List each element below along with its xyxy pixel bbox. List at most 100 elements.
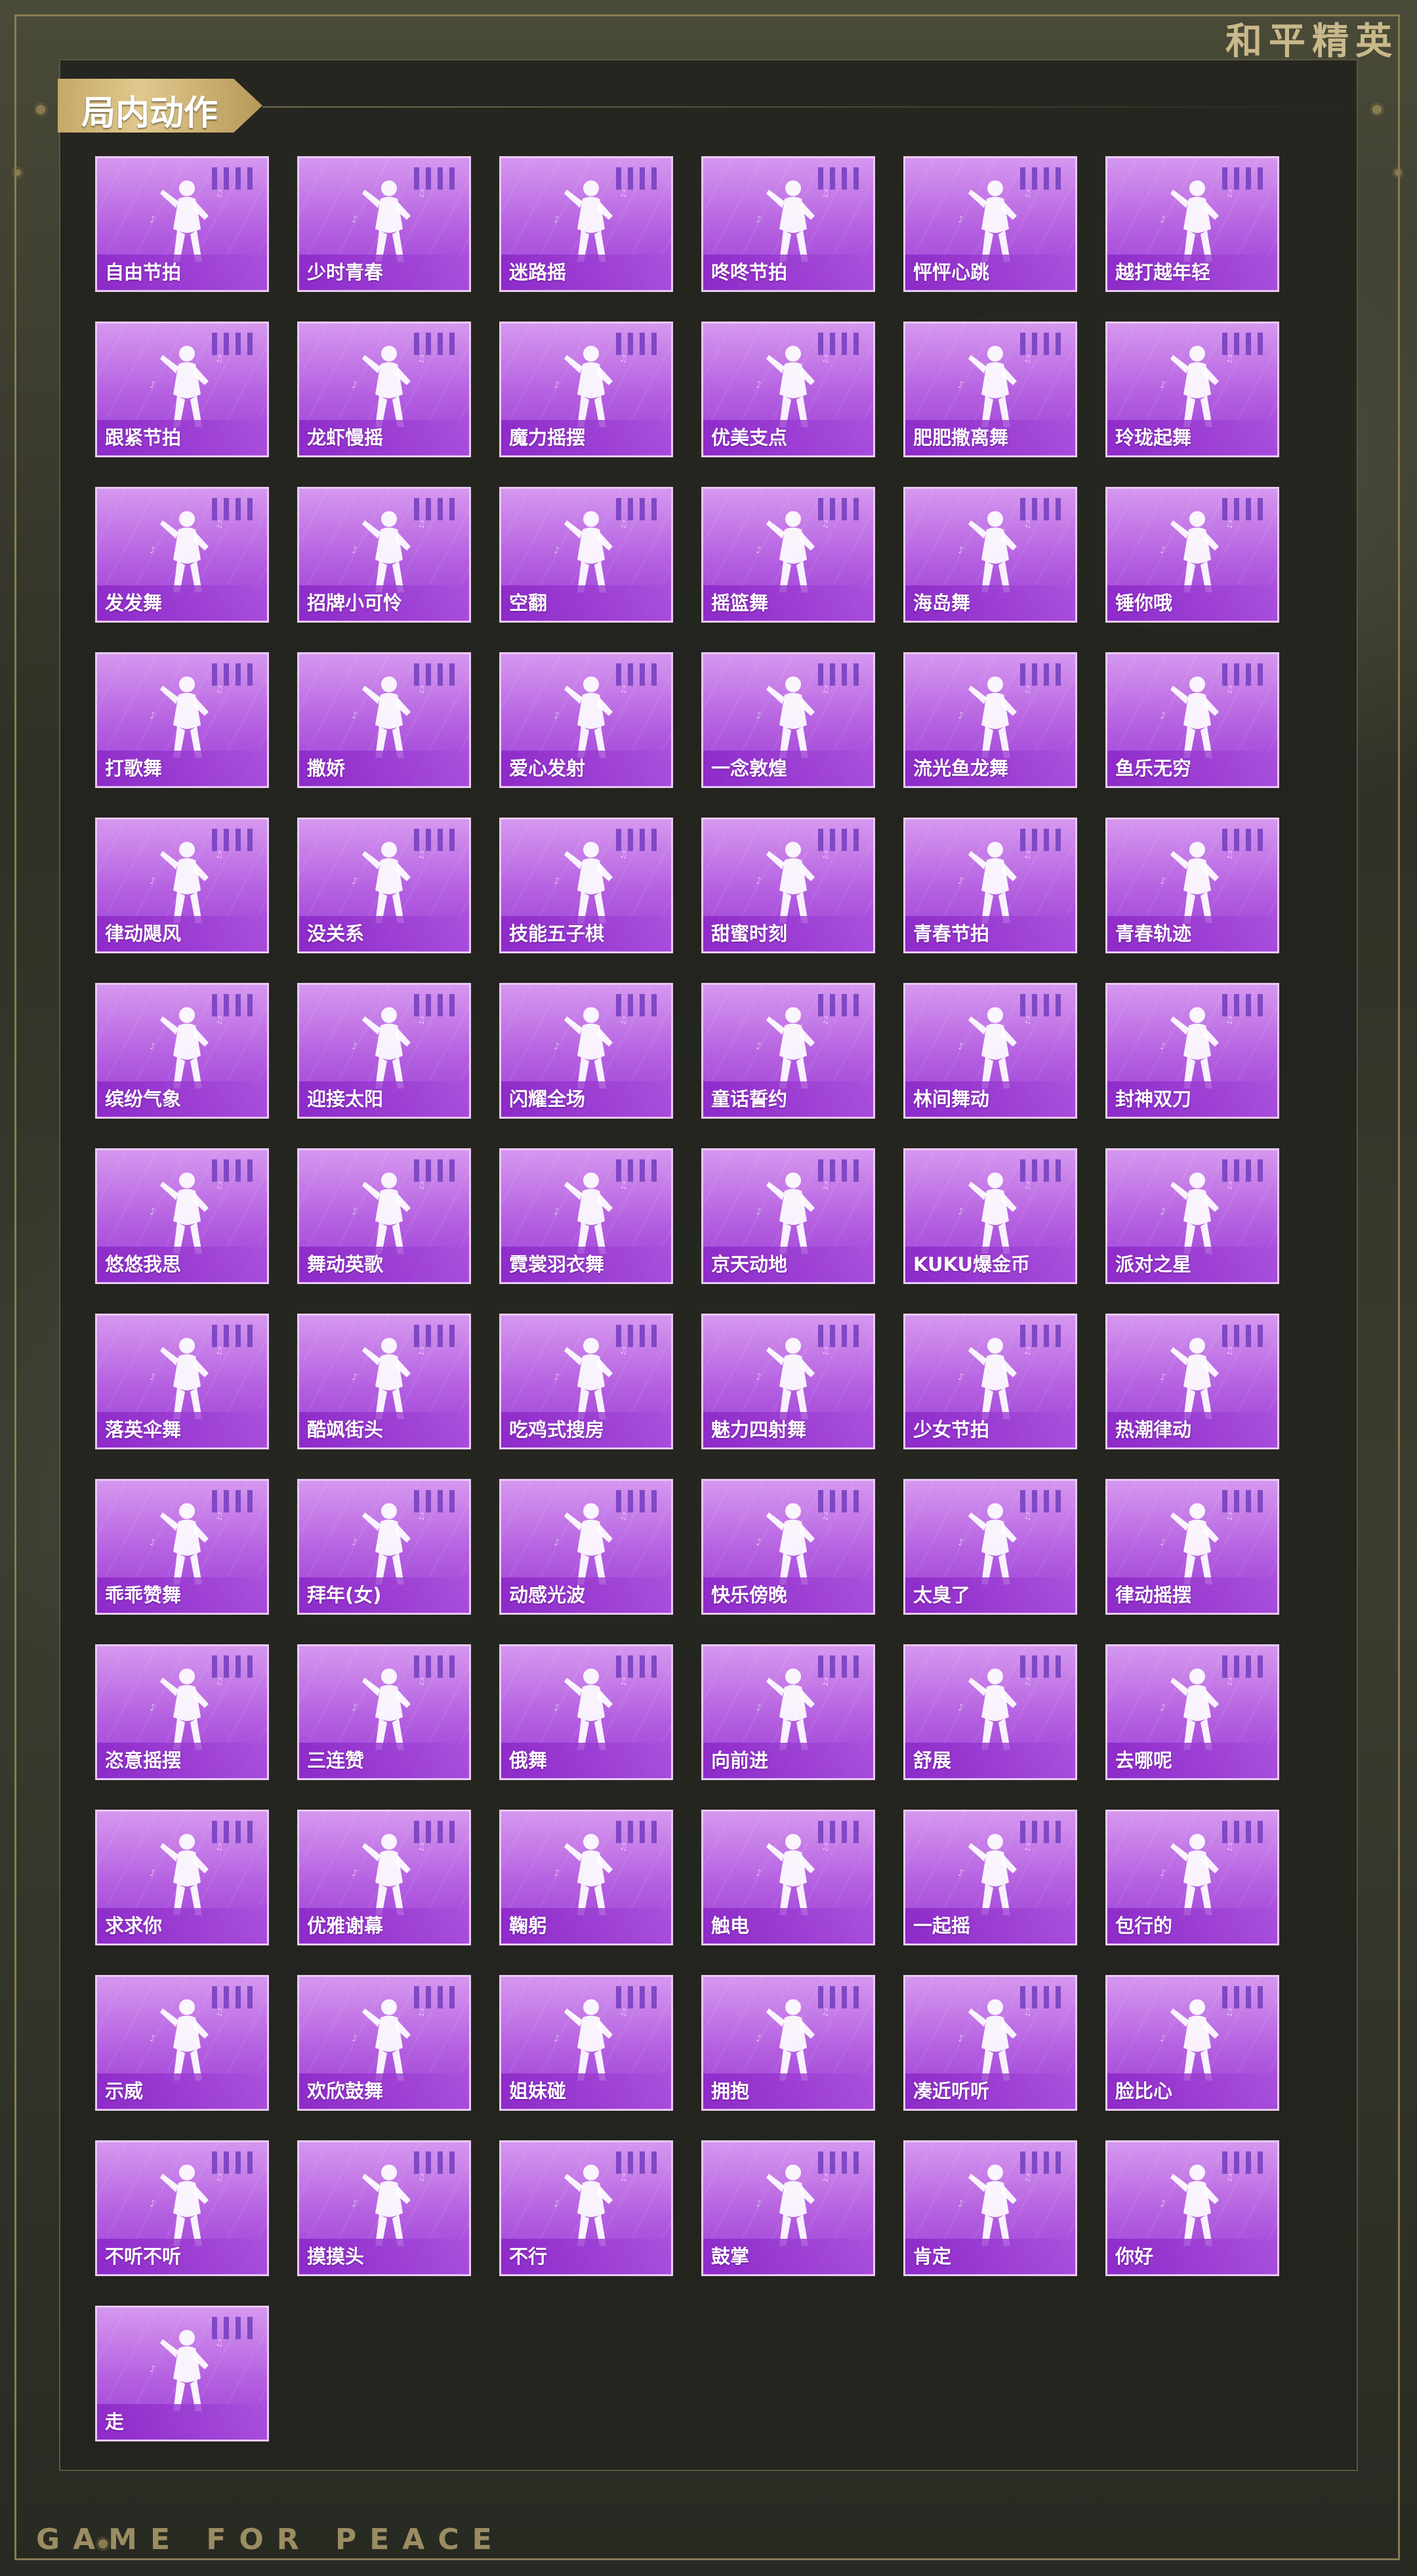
emote-card[interactable]: ♪ ♫ 京天动地 [701, 1148, 875, 1284]
emote-card[interactable]: ♪ ♫ 示威 [95, 1975, 269, 2111]
emote-card[interactable]: ♪ ♫ 太臭了 [903, 1479, 1077, 1615]
emote-card[interactable]: ♪ ♫ 迎接太阳 [297, 983, 471, 1119]
emote-card[interactable]: ♪ ♫ 流光鱼龙舞 [903, 652, 1077, 788]
emote-card[interactable]: ♪ ♫ 律动摇摆 [1105, 1479, 1279, 1615]
emote-card[interactable]: ♪ ♫ 向前进 [701, 1644, 875, 1780]
emote-card[interactable]: ♪ ♫ 魅力四射舞 [701, 1314, 875, 1449]
svg-text:♪: ♪ [150, 2364, 155, 2375]
emote-card[interactable]: ♪ ♫ 拜年(女) [297, 1479, 471, 1615]
emote-card[interactable]: ♪ ♫ 律动飓风 [95, 818, 269, 953]
svg-text:♫: ♫ [215, 1180, 224, 1191]
emote-card[interactable]: ♪ ♫ 怦怦心跳 [903, 156, 1077, 292]
emote-card[interactable]: ♪ ♫ 童话誓约 [701, 983, 875, 1119]
emote-card[interactable]: ♪ ♫ 闪耀全场 [499, 983, 673, 1119]
emote-card[interactable]: ♪ ♫ 少女节拍 [903, 1314, 1077, 1449]
emote-card[interactable]: ♪ ♫ 求求你 [95, 1810, 269, 1945]
emote-label: 玲珑起舞 [1115, 426, 1192, 449]
emote-card[interactable]: ♪ ♫ 玲珑起舞 [1105, 322, 1279, 457]
dancer-silhouette-icon: ♪ ♫ [138, 335, 236, 434]
emote-card[interactable]: ♪ ♫ 封神双刀 [1105, 983, 1279, 1119]
emote-card[interactable]: ♪ ♫ 摸摸头 [297, 2140, 471, 2276]
emote-card[interactable]: ♪ ♫ 脸比心 [1105, 1975, 1279, 2111]
emote-card[interactable]: ♪ ♫ 派对之星 [1105, 1148, 1279, 1284]
emote-card[interactable]: ♪ ♫ 恣意摇摆 [95, 1644, 269, 1780]
emote-card[interactable]: ♪ ♫ 乖乖赞舞 [95, 1479, 269, 1615]
svg-text:♪: ♪ [352, 1537, 358, 1548]
title-divider [262, 106, 1351, 108]
emote-card[interactable]: ♪ ♫ 肥肥撒离舞 [903, 322, 1077, 457]
emote-card[interactable]: ♪ ♫ 悠悠我思 [95, 1148, 269, 1284]
emote-card[interactable]: ♪ ♫ 包行的 [1105, 1810, 1279, 1945]
emote-card[interactable]: ♪ ♫ 咚咚节拍 [701, 156, 875, 292]
svg-text:♪: ♪ [150, 1868, 155, 1879]
emote-card[interactable]: ♪ ♫ 青春节拍 [903, 818, 1077, 953]
emote-card[interactable]: ♪ ♫ 缤纷气象 [95, 983, 269, 1119]
emote-card[interactable]: ♪ ♫ 快乐傍晚 [701, 1479, 875, 1615]
emote-card[interactable]: ♪ ♫ 不行 [499, 2140, 673, 2276]
svg-text:♫: ♫ [1023, 519, 1032, 530]
emote-card[interactable]: ♪ ♫ 优美支点 [701, 322, 875, 457]
emote-card[interactable]: ♪ ♫ 鼓掌 [701, 2140, 875, 2276]
svg-text:♪: ♪ [554, 2199, 560, 2209]
svg-text:♪: ♪ [1160, 545, 1166, 556]
emote-card[interactable]: ♪ ♫ 空翻 [499, 487, 673, 623]
emote-card[interactable]: ♪ ♫ 甜蜜时刻 [701, 818, 875, 953]
emote-card[interactable]: ♪ ♫ 舞动英歌 [297, 1148, 471, 1284]
emote-card[interactable]: ♪ ♫ 走 [95, 2306, 269, 2441]
emote-card[interactable]: ♪ ♫ 欢欣鼓舞 [297, 1975, 471, 2111]
emote-card[interactable]: ♪ ♫ 一念敦煌 [701, 652, 875, 788]
svg-text:♫: ♫ [821, 1180, 830, 1191]
emote-card[interactable]: ♪ ♫ 不听不听 [95, 2140, 269, 2276]
emote-card[interactable]: ♪ ♫ 海岛舞 [903, 487, 1077, 623]
emote-card[interactable]: ♪ ♫ 鞠躬 [499, 1810, 673, 1945]
emote-card[interactable]: ♪ ♫ 肯定 [903, 2140, 1077, 2276]
emote-card[interactable]: ♪ ♫ 鱼乐无穷 [1105, 652, 1279, 788]
svg-text:♪: ♪ [554, 2033, 560, 2044]
emote-card[interactable]: ♪ ♫ 吃鸡式搜房 [499, 1314, 673, 1449]
emote-card[interactable]: ♪ ♫ 三连赞 [297, 1644, 471, 1780]
emote-card[interactable]: ♪ ♫ 林间舞动 [903, 983, 1077, 1119]
emote-card[interactable]: ♪ ♫ 爱心发射 [499, 652, 673, 788]
emote-card[interactable]: ♪ ♫ 招牌小可怜 [297, 487, 471, 623]
emote-card[interactable]: ♪ ♫ 触电 [701, 1810, 875, 1945]
emote-card[interactable]: ♪ ♫ KUKU爆金币 [903, 1148, 1077, 1284]
emote-card[interactable]: ♪ ♫ 舒展 [903, 1644, 1077, 1780]
emote-card[interactable]: ♪ ♫ 凑近听听 [903, 1975, 1077, 2111]
emote-card[interactable]: ♪ ♫ 俄舞 [499, 1644, 673, 1780]
dancer-silhouette-icon: ♪ ♫ [340, 1658, 438, 1756]
svg-text:♪: ♪ [1160, 1703, 1166, 1713]
emote-card[interactable]: ♪ ♫ 一起摇 [903, 1810, 1077, 1945]
emote-label: 青春节拍 [913, 923, 990, 945]
svg-text:♫: ♫ [821, 1676, 830, 1687]
emote-card[interactable]: ♪ ♫ 青春轨迹 [1105, 818, 1279, 953]
emote-card[interactable]: ♪ ♫ 锤你哦 [1105, 487, 1279, 623]
emote-card[interactable]: ♪ ♫ 落英伞舞 [95, 1314, 269, 1449]
emote-card[interactable]: ♪ ♫ 姐妹碰 [499, 1975, 673, 2111]
emote-card[interactable]: ♪ ♫ 霓裳羽衣舞 [499, 1148, 673, 1284]
emote-card[interactable]: ♪ ♫ 发发舞 [95, 487, 269, 623]
emote-card[interactable]: ♪ ♫ 迷路摇 [499, 156, 673, 292]
emote-card[interactable]: ♪ ♫ 酷飒街头 [297, 1314, 471, 1449]
emote-card[interactable]: ♪ ♫ 越打越年轻 [1105, 156, 1279, 292]
emote-card[interactable]: ♪ ♫ 摇篮舞 [701, 487, 875, 623]
emote-card[interactable]: ♪ ♫ 打歌舞 [95, 652, 269, 788]
emote-card[interactable]: ♪ ♫ 动感光波 [499, 1479, 673, 1615]
svg-text:♫: ♫ [619, 2007, 628, 2018]
emote-card[interactable]: ♪ ♫ 自由节拍 [95, 156, 269, 292]
emote-card[interactable]: ♪ ♫ 技能五子棋 [499, 818, 673, 953]
emote-card[interactable]: ♪ ♫ 拥抱 [701, 1975, 875, 2111]
emote-card[interactable]: ♪ ♫ 撒娇 [297, 652, 471, 788]
emote-card[interactable]: ♪ ♫ 魔力摇摆 [499, 322, 673, 457]
emote-card[interactable]: ♪ ♫ 没关系 [297, 818, 471, 953]
emote-card[interactable]: ♪ ♫ 热潮律动 [1105, 1314, 1279, 1449]
emote-card[interactable]: ♪ ♫ 跟紧节拍 [95, 322, 269, 457]
emote-card[interactable]: ♪ ♫ 去哪呢 [1105, 1644, 1279, 1780]
emote-card[interactable]: ♪ ♫ 优雅谢幕 [297, 1810, 471, 1945]
svg-text:♪: ♪ [1160, 380, 1166, 390]
emote-card[interactable]: ♪ ♫ 龙虾慢摇 [297, 322, 471, 457]
emote-label: 魅力四射舞 [711, 1419, 807, 1441]
emote-card[interactable]: ♪ ♫ 你好 [1105, 2140, 1279, 2276]
svg-text:♫: ♫ [1225, 850, 1234, 860]
svg-text:♫: ♫ [215, 188, 224, 199]
emote-card[interactable]: ♪ ♫ 少时青春 [297, 156, 471, 292]
